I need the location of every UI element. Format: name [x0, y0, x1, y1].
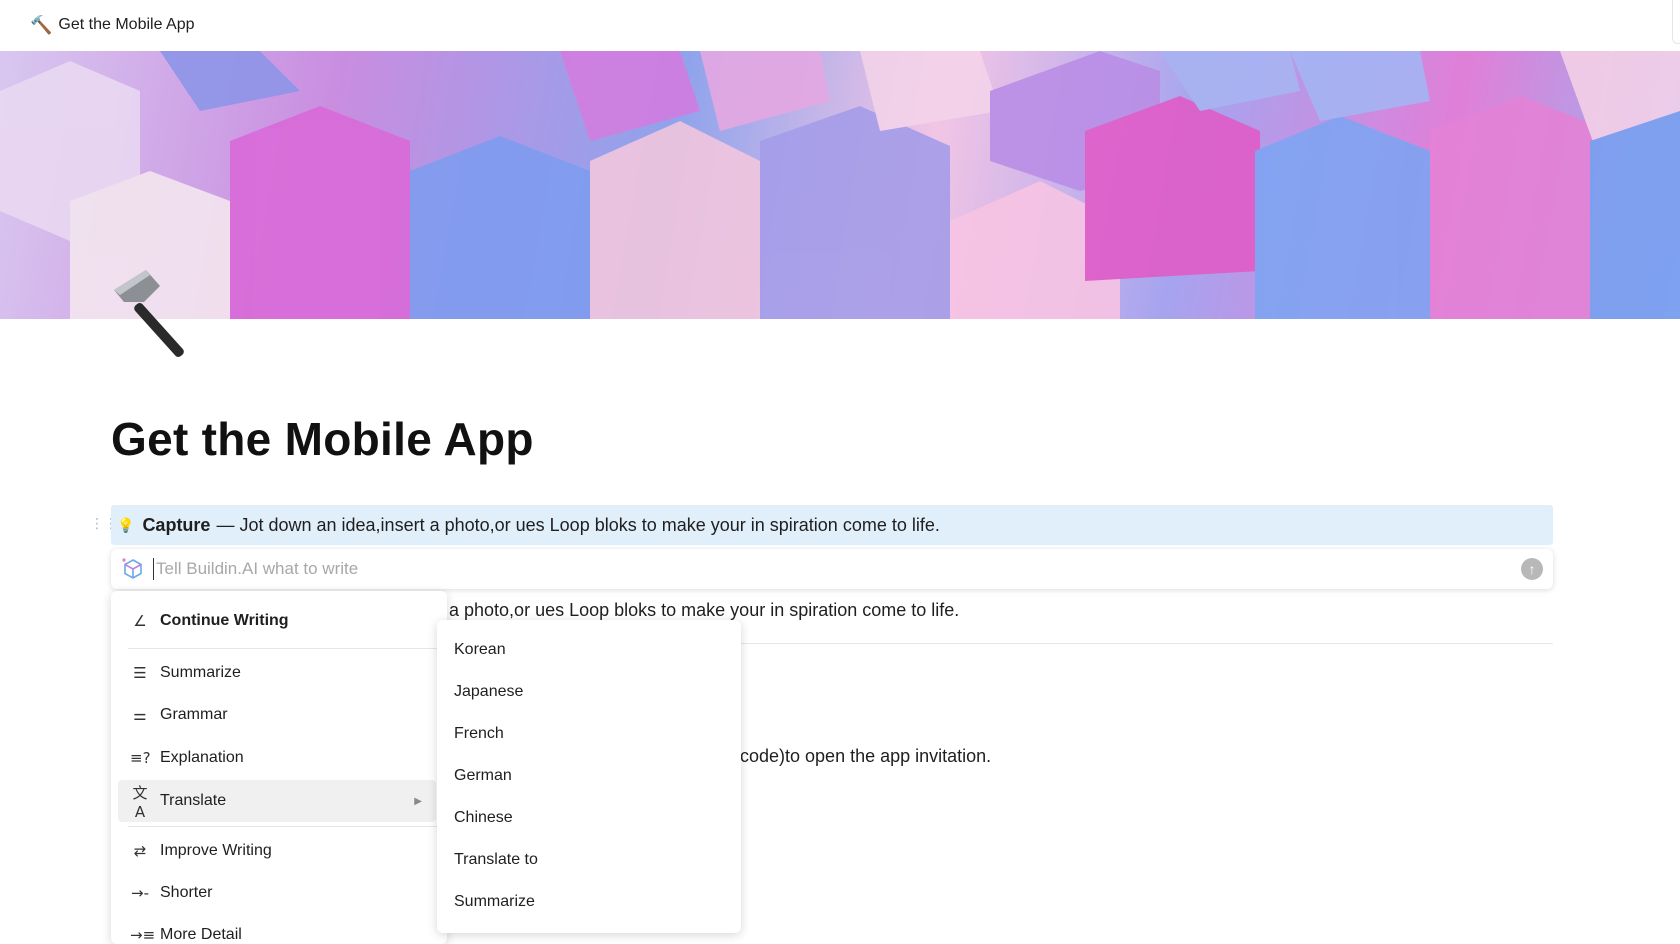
shorter-icon: →- — [131, 884, 149, 902]
ai-cube-icon — [122, 558, 142, 579]
menu-item-label: Summarize — [160, 664, 241, 681]
ai-command-menu: ∠ Continue Writing ☰ Summarize ⚌ Grammar… — [111, 591, 447, 944]
breadcrumb-title[interactable]: Get the Mobile App — [58, 16, 194, 34]
page-title[interactable]: Get the Mobile App — [111, 412, 534, 466]
menu-item-label: More Detail — [160, 926, 242, 943]
callout-text: — Jot down an idea,insert a photo,or ues… — [216, 514, 940, 535]
summarize-icon: ☰ — [133, 664, 147, 682]
menu-item-label: Improve Writing — [160, 842, 272, 859]
callout-bold-text: Capture — [142, 514, 211, 535]
top-bar: 🔨 Get the Mobile App — [0, 0, 1680, 50]
arrow-up-icon[interactable]: ↑ — [1521, 558, 1543, 580]
pen-icon: ∠ — [133, 612, 147, 630]
background-text-line: a photo,or ues Loop bloks to make your i… — [449, 600, 960, 620]
chevron-right-icon: ▶ — [414, 795, 422, 807]
menu-item-grammar[interactable]: ⚌ Grammar — [118, 694, 436, 736]
window-edge — [1672, 0, 1680, 44]
hammer-icon: 🔨 — [30, 14, 53, 35]
explanation-icon: ≡? — [130, 749, 151, 767]
menu-item-continue-writing[interactable]: ∠ Continue Writing — [118, 600, 436, 642]
page-hammer-icon[interactable] — [106, 262, 206, 362]
submenu-item-translate-to[interactable]: Translate to — [437, 839, 741, 881]
menu-separator — [128, 648, 437, 649]
ai-prompt-input[interactable] — [153, 558, 1521, 580]
menu-item-shorter[interactable]: →- Shorter — [118, 872, 436, 914]
submenu-item-french[interactable]: French — [437, 713, 741, 755]
submenu-item-german[interactable]: German — [437, 755, 741, 797]
grammar-icon: ⚌ — [133, 706, 147, 724]
menu-item-label: Shorter — [160, 884, 213, 901]
translate-submenu: Korean Japanese French German Chinese Tr… — [437, 620, 741, 933]
menu-item-label: Grammar — [160, 706, 228, 723]
divider — [740, 643, 1553, 644]
translate-icon: 文A — [132, 783, 148, 821]
menu-item-more-detail[interactable]: →≡ More Detail — [118, 914, 436, 944]
menu-item-label: Translate — [160, 792, 227, 809]
menu-item-summarize[interactable]: ☰ Summarize — [118, 652, 436, 694]
callout-block[interactable]: 💡 Capture — Jot down an idea,insert a ph… — [111, 505, 1553, 545]
lightbulb-icon: 💡 — [117, 516, 135, 533]
swap-icon: ⇄ — [133, 842, 147, 860]
menu-item-label: Explanation — [160, 749, 244, 766]
menu-separator — [128, 826, 437, 827]
submenu-item-japanese[interactable]: Japanese — [437, 671, 741, 713]
more-detail-icon: →≡ — [130, 926, 156, 944]
ai-prompt-bar: ↑ — [111, 549, 1553, 589]
menu-item-label: Continue Writing — [160, 612, 289, 629]
submenu-item-korean[interactable]: Korean — [437, 629, 741, 671]
cover-image[interactable] — [0, 51, 1680, 319]
menu-item-translate[interactable]: 文A Translate ▶ — [118, 780, 436, 822]
menu-item-explanation[interactable]: ≡? Explanation — [118, 737, 436, 779]
menu-item-improve-writing[interactable]: ⇄ Improve Writing — [118, 830, 436, 872]
background-text-line: code)to open the app invitation. — [740, 746, 992, 766]
submenu-item-summarize[interactable]: Summarize — [437, 881, 741, 923]
submenu-item-chinese[interactable]: Chinese — [437, 797, 741, 839]
